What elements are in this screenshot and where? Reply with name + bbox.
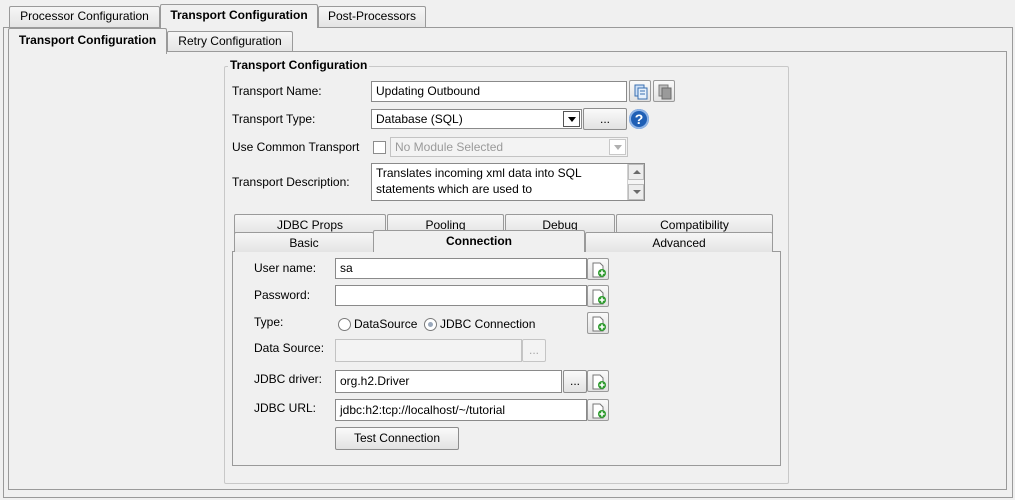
jdbc-driver-input[interactable]: org.h2.Driver xyxy=(335,370,562,393)
tab-basic[interactable]: Basic xyxy=(234,232,374,252)
tab-post-processors[interactable]: Post-Processors xyxy=(318,6,426,27)
tab-transport-configuration-sub[interactable]: Transport Configuration xyxy=(8,28,167,54)
tab-connection[interactable]: Connection xyxy=(373,230,585,252)
add-variable-icon[interactable] xyxy=(587,312,609,334)
add-variable-icon[interactable] xyxy=(587,370,609,392)
tab-retry-configuration[interactable]: Retry Configuration xyxy=(167,31,293,52)
copy-icon[interactable] xyxy=(629,80,651,102)
transport-name-label: Transport Name: xyxy=(232,84,322,98)
use-common-transport-checkbox[interactable] xyxy=(373,141,386,154)
type-label: Type: xyxy=(254,315,284,329)
jdbc-connection-radio-label[interactable]: JDBC Connection xyxy=(440,317,535,331)
add-variable-icon[interactable] xyxy=(587,399,609,421)
paste-icon[interactable] xyxy=(653,80,675,102)
description-line-1: Translates incoming xml data into SQL xyxy=(376,166,582,180)
module-select-value: No Module Selected xyxy=(395,140,504,154)
add-variable-icon[interactable] xyxy=(587,258,609,280)
chevron-down-icon[interactable] xyxy=(609,139,626,155)
user-name-label: User name: xyxy=(254,261,317,275)
transport-type-value: Database (SQL) xyxy=(376,112,463,126)
jdbc-driver-browse-button[interactable]: ... xyxy=(563,370,587,393)
jdbc-driver-label: JDBC driver: xyxy=(254,372,323,386)
data-source-label: Data Source: xyxy=(254,341,325,355)
transport-description-label: Transport Description: xyxy=(232,175,350,189)
password-label: Password: xyxy=(254,288,311,302)
transport-type-browse-button[interactable]: ... xyxy=(583,108,627,130)
datasource-radio-label[interactable]: DataSource xyxy=(354,317,417,331)
data-source-browse-button[interactable]: ... xyxy=(522,339,546,362)
description-scrollbar[interactable] xyxy=(627,164,644,200)
tab-compatibility[interactable]: Compatibility xyxy=(616,214,773,234)
tab-advanced[interactable]: Advanced xyxy=(585,232,773,252)
transport-type-label: Transport Type: xyxy=(232,112,316,126)
module-select[interactable]: No Module Selected xyxy=(390,137,628,157)
jdbc-connection-radio[interactable] xyxy=(424,318,437,331)
jdbc-url-label: JDBC URL: xyxy=(254,401,317,415)
transport-type-select[interactable]: Database (SQL) xyxy=(371,109,582,129)
datasource-radio[interactable] xyxy=(338,318,351,331)
transport-description-textarea[interactable]: Translates incoming xml data into SQL st… xyxy=(371,163,645,201)
tab-processor-configuration[interactable]: Processor Configuration xyxy=(9,6,160,27)
scroll-up-icon[interactable] xyxy=(628,164,644,180)
user-name-input[interactable]: sa xyxy=(335,258,587,279)
jdbc-url-input[interactable]: jdbc:h2:tcp://localhost/~/tutorial xyxy=(335,399,587,421)
tab-transport-configuration[interactable]: Transport Configuration xyxy=(160,4,318,28)
description-line-2: statements which are used to xyxy=(376,182,533,196)
tab-jdbc-props[interactable]: JDBC Props xyxy=(234,214,386,234)
chevron-down-icon[interactable] xyxy=(563,111,580,127)
password-input[interactable] xyxy=(335,285,587,306)
use-common-transport-label: Use Common Transport xyxy=(232,140,360,154)
help-icon[interactable]: ? xyxy=(629,109,649,129)
add-variable-icon[interactable] xyxy=(587,285,609,307)
data-source-input[interactable] xyxy=(335,339,522,362)
scroll-down-icon[interactable] xyxy=(628,184,644,200)
transport-name-input[interactable]: Updating Outbound xyxy=(371,81,627,102)
test-connection-button[interactable]: Test Connection xyxy=(335,427,459,450)
group-title: Transport Configuration xyxy=(228,58,370,72)
